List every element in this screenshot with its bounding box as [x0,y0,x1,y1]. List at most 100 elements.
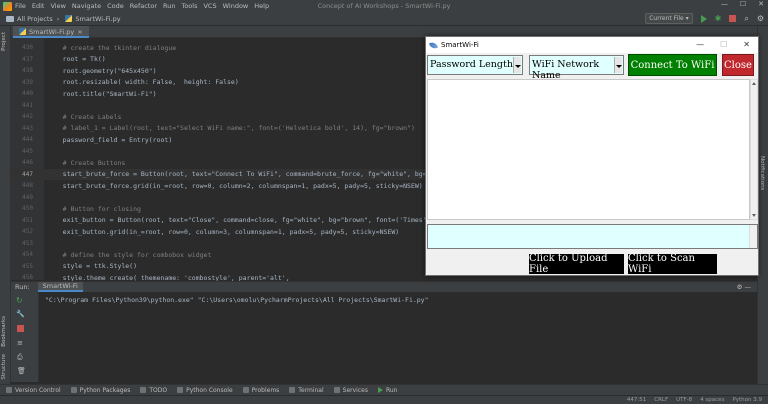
menu-tools[interactable]: Tools [181,2,197,10]
tool-version-control[interactable]: Version Control [6,387,61,394]
menu-file[interactable]: File [15,2,26,10]
line-number: 455 [22,262,33,270]
minimize-icon[interactable]: — [721,0,728,8]
line-separator[interactable]: CRLF [654,397,668,403]
menu-run[interactable]: Run [163,2,175,10]
rerun-icon[interactable]: ↻ [16,296,23,305]
trash-icon[interactable]: 🗑 [17,367,26,375]
tab-label: SmartWi-Fi.py [29,28,75,36]
print-icon[interactable]: ⎙ [17,353,24,361]
tab-smartwifi[interactable]: SmartWi-Fi.py × [13,26,89,38]
menu-help[interactable]: Help [254,2,269,10]
tool-window-bar: Version Control Python Packages TODO Pyt… [0,384,768,395]
indent-setting[interactable]: 4 spaces [700,397,724,403]
scan-wifi-button[interactable]: Click to Scan WiFi [628,253,717,275]
line-number: 453 [22,239,33,247]
close-button[interactable]: Close [722,54,754,76]
code-text: style = ttk.Style() [47,262,138,271]
file-encoding[interactable]: UTF-8 [676,397,692,403]
maximize-icon[interactable]: ☐ [740,0,746,8]
run-icon [377,387,383,393]
tool-run[interactable]: Run [377,387,397,394]
output-scrollbar[interactable] [750,79,758,220]
code-text: # Create Labels [47,112,122,121]
menu-edit[interactable]: Edit [32,2,45,10]
problems-icon [242,387,249,393]
stop-icon[interactable] [729,15,737,22]
scroll-down-icon[interactable] [752,214,756,217]
tk-minimize-icon[interactable]: — [696,40,704,49]
tool-python-console[interactable]: Python Console [177,387,233,394]
structure-tool-label[interactable]: Structure [1,354,7,380]
menu-navigate[interactable]: Navigate [72,2,101,10]
debug-icon[interactable]: ✱ [715,14,722,23]
smartwifi-title: SmartWi-Fi [441,41,479,49]
bookmarks-tool-label[interactable]: Bookmarks [1,316,7,347]
stop-run-icon[interactable] [17,325,24,332]
menu-bar: File Edit View Navigate Code Refactor Ru… [0,0,768,12]
terminal-icon [289,387,296,393]
project-tool-label[interactable]: Project [1,32,7,51]
menu-view[interactable]: View [50,2,65,10]
run-panel-header: Run: SmartWi-Fi ⚙ — [11,281,757,292]
password-length-combobox[interactable]: Password Length [427,55,523,75]
run-console[interactable]: ↻ 🔧 ≡ ⎙ 🗑 "C:\Program Files\Python39\pyt… [11,292,757,382]
tool-terminal[interactable]: Terminal [289,387,324,394]
code-text: start_brute_force.grid(in_=root, row=0, … [47,181,423,190]
line-number: 446 [22,159,33,167]
code-text: root.title("SmartWi-Fi") [47,89,157,98]
python-file-icon [65,15,73,22]
scroll-end-icon[interactable]: ≡ [17,339,24,347]
menu-code[interactable]: Code [107,2,124,10]
output-text-area[interactable] [427,79,750,220]
navigation-bar: All Projects › SmartWi-Fi.py Current Fil… [0,12,768,26]
console-icon [177,387,184,393]
tool-services[interactable]: Services [333,387,368,394]
tk-close-icon[interactable]: ✕ [743,40,750,49]
line-number: 443 [22,124,33,132]
code-text: # Create Buttons [47,158,126,167]
panel-settings-icon[interactable]: ⚙ — [737,283,751,291]
caret-position[interactable]: 447:51 [627,397,646,403]
upload-file-button[interactable]: Click to Upload File [529,253,624,275]
wrench-icon[interactable]: 🔧 [16,310,25,318]
tool-python-packages[interactable]: Python Packages [70,387,130,394]
todo-icon [140,387,147,393]
chevron-down-icon[interactable] [614,57,622,73]
line-number: 438 [22,67,33,75]
code-text: start_brute_force = Button(root, text="C… [47,170,431,179]
line-number: 447 [22,170,33,178]
wifi-network-combobox[interactable]: WiFi Network Name [529,55,624,81]
scroll-up-icon[interactable] [752,82,756,85]
tool-todo[interactable]: TODO [140,387,167,394]
line-number: 436 [22,44,33,52]
line-number: 448 [22,182,33,190]
search-icon[interactable]: ⌕ [744,14,748,24]
chevron-down-icon[interactable] [513,57,521,73]
menu-refactor[interactable]: Refactor [130,2,157,10]
notifications-tool-label[interactable]: Notifications [759,156,765,190]
tk-feather-icon [429,40,438,50]
run-configuration-select[interactable]: Current File ▾ [645,13,693,24]
tab-close-icon[interactable]: × [77,28,82,36]
menu-vcs[interactable]: VCS [203,2,216,10]
smartwifi-window: SmartWi-Fi — ☐ ✕ Password Length WiFi Ne… [425,36,759,276]
field-scrollbar[interactable] [749,225,757,248]
breadcrumb-file[interactable]: SmartWi-Fi.py [75,15,120,23]
file-path-field[interactable] [427,224,758,249]
git-icon [6,387,12,393]
connect-wifi-button[interactable]: Connect To WiFi [628,54,717,76]
tool-problems[interactable]: Problems [242,387,279,394]
code-text: # define the style for combobox widget [47,250,212,259]
tk-maximize-icon[interactable]: ☐ [720,40,727,49]
code-text: # label_1 = Label(root, text="Select WiF… [47,124,415,133]
settings-icon[interactable]: ⚙ [757,14,764,23]
menu-window[interactable]: Window [223,2,249,10]
line-number: 452 [22,228,33,236]
breadcrumb: All Projects › SmartWi-Fi.py [0,15,121,23]
close-icon[interactable]: ✕ [758,0,764,8]
run-tab[interactable]: SmartWi-Fi [37,282,83,292]
python-interpreter[interactable]: Python 3.9 [732,397,762,403]
run-icon[interactable] [700,14,707,23]
breadcrumb-project[interactable]: All Projects [17,15,53,23]
